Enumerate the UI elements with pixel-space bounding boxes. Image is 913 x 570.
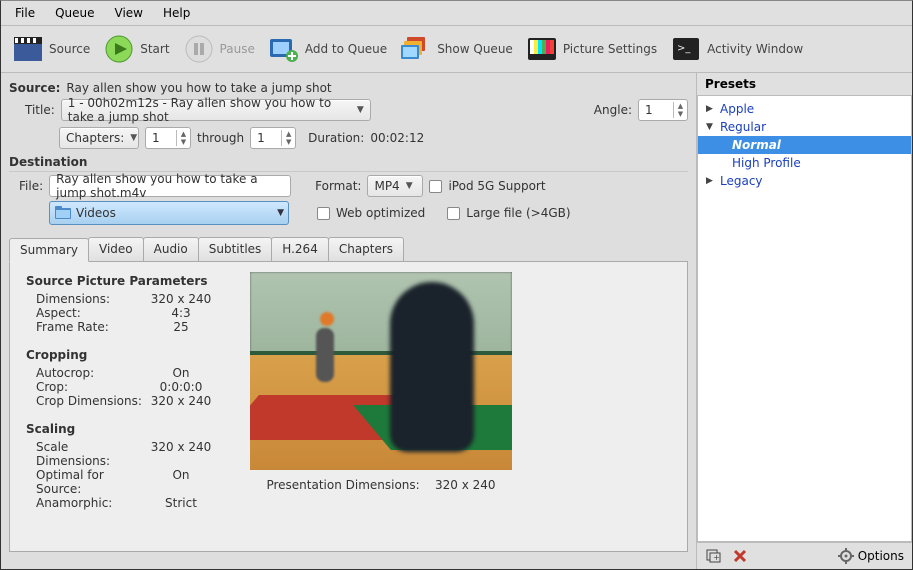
- source-label-heading: Source:: [9, 81, 60, 95]
- show-queue-icon: [401, 34, 431, 64]
- destination-folder-combo[interactable]: Videos ▼: [49, 201, 289, 225]
- destination-heading: Destination: [9, 155, 688, 172]
- gear-icon: [838, 548, 854, 564]
- chapter-start-spinner[interactable]: 1 ▲▼: [145, 127, 191, 149]
- web-opt-label: Web optimized: [336, 206, 425, 220]
- show-queue-label: Show Queue: [437, 42, 513, 56]
- add-queue-label: Add to Queue: [305, 42, 387, 56]
- title-combo[interactable]: 1 - 00h02m12s - Ray allen show you how t…: [61, 99, 371, 121]
- terminal-icon: >_: [671, 34, 701, 64]
- add-preset-icon: +: [706, 549, 722, 563]
- duration-label: Duration:: [308, 131, 364, 145]
- preset-group-legacy[interactable]: ▶ Legacy: [698, 172, 911, 190]
- start-button[interactable]: Start: [100, 32, 173, 66]
- svg-text:>_: >_: [677, 43, 691, 54]
- ipod-label: iPod 5G Support: [448, 179, 545, 193]
- video-preview: [250, 272, 512, 470]
- preset-remove-button[interactable]: [731, 547, 749, 565]
- source-label: Source: [49, 42, 90, 56]
- add-queue-icon: [269, 34, 299, 64]
- tab-audio[interactable]: Audio: [143, 237, 199, 261]
- ipod-checkbox[interactable]: [429, 180, 442, 193]
- duration-value: 00:02:12: [370, 131, 424, 145]
- src-pic-params-heading: Source Picture Parameters: [26, 274, 216, 288]
- presentation-dim-value: 320 x 240: [435, 478, 496, 492]
- picture-settings-button[interactable]: Picture Settings: [523, 32, 661, 66]
- cropping-heading: Cropping: [26, 348, 216, 362]
- preset-add-button[interactable]: +: [705, 547, 723, 565]
- activity-window-button[interactable]: >_ Activity Window: [667, 32, 807, 66]
- picture-settings-label: Picture Settings: [563, 42, 657, 56]
- web-optimized-checkbox[interactable]: [317, 207, 330, 220]
- menu-help[interactable]: Help: [153, 3, 200, 23]
- angle-spinner[interactable]: 1 ▲▼: [638, 99, 688, 121]
- large-file-label: Large file (>4GB): [466, 206, 570, 220]
- tab-subtitles[interactable]: Subtitles: [198, 237, 273, 261]
- menu-file[interactable]: File: [5, 3, 45, 23]
- color-bars-icon: [527, 34, 557, 64]
- angle-label: Angle:: [594, 103, 632, 117]
- options-button[interactable]: Options: [838, 548, 904, 564]
- svg-text:+: +: [713, 553, 720, 562]
- menubar: File Queue View Help: [1, 1, 912, 26]
- tab-summary[interactable]: Summary: [9, 238, 89, 262]
- through-label: through: [197, 131, 244, 145]
- preset-group-regular[interactable]: ▼ Regular: [698, 118, 911, 136]
- settings-tabs: Summary Video Audio Subtitles H.264 Chap…: [9, 237, 688, 552]
- chapter-end-spinner[interactable]: 1 ▲▼: [250, 127, 296, 149]
- presets-heading: Presets: [697, 73, 912, 93]
- show-queue-button[interactable]: Show Queue: [397, 32, 517, 66]
- tab-h264[interactable]: H.264: [271, 237, 329, 261]
- folder-icon: [54, 205, 72, 221]
- file-input[interactable]: Ray allen show you how to take a jump sh…: [49, 175, 291, 197]
- tab-video[interactable]: Video: [88, 237, 144, 261]
- menu-queue[interactable]: Queue: [45, 3, 104, 23]
- preset-group-apple[interactable]: ▶ Apple: [698, 100, 911, 118]
- title-label: Title:: [25, 103, 55, 117]
- file-label: File:: [19, 179, 43, 193]
- disclosure-right-icon: ▶: [706, 176, 716, 186]
- format-label: Format:: [315, 179, 361, 193]
- toolbar: Source Start Pause Add to Queue Show Que…: [1, 26, 912, 73]
- pause-label: Pause: [220, 42, 255, 56]
- remove-icon: [733, 549, 747, 563]
- large-file-checkbox[interactable]: [447, 207, 460, 220]
- pause-button: Pause: [180, 32, 259, 66]
- disclosure-right-icon: ▶: [706, 104, 716, 114]
- add-to-queue-button[interactable]: Add to Queue: [265, 32, 391, 66]
- preset-normal[interactable]: Normal: [698, 136, 911, 154]
- source-value: Ray allen show you how to take a jump sh…: [66, 81, 331, 95]
- format-combo[interactable]: MP4▼: [367, 175, 423, 197]
- play-icon: [104, 34, 134, 64]
- preset-high-profile[interactable]: High Profile: [698, 154, 911, 172]
- source-button[interactable]: Source: [9, 32, 94, 66]
- pause-icon: [184, 34, 214, 64]
- presentation-dim-label: Presentation Dimensions:: [266, 478, 419, 492]
- clapperboard-icon: [13, 34, 43, 64]
- start-label: Start: [140, 42, 169, 56]
- chapters-combo[interactable]: Chapters:▼: [59, 127, 139, 149]
- disclosure-down-icon: ▼: [706, 122, 716, 132]
- scaling-heading: Scaling: [26, 422, 216, 436]
- tab-chapters[interactable]: Chapters: [328, 237, 404, 261]
- menu-view[interactable]: View: [105, 3, 153, 23]
- presets-tree[interactable]: ▶ Apple ▼ Regular Normal High Profile ▶ …: [697, 95, 912, 542]
- activity-label: Activity Window: [707, 42, 803, 56]
